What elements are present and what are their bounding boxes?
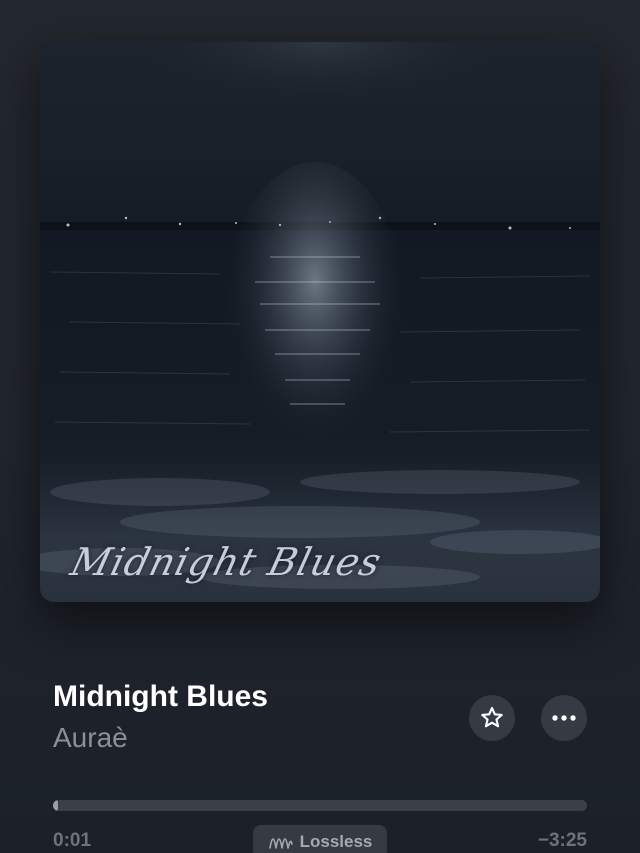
favorite-button[interactable]	[469, 695, 515, 741]
artwork-image	[40, 42, 600, 602]
artwork-title-script: Midnight Blues	[66, 540, 387, 584]
track-artist[interactable]: Auraè	[53, 722, 128, 754]
progress-fill	[53, 800, 59, 811]
track-title[interactable]: Midnight Blues	[53, 680, 268, 714]
album-artwork[interactable]: Midnight Blues	[40, 42, 600, 602]
lossless-badge[interactable]: Lossless	[253, 825, 387, 853]
star-icon	[481, 706, 503, 728]
remaining-time: −3:25	[537, 830, 587, 851]
lossless-label: Lossless	[299, 832, 373, 851]
now-playing-screen: Midnight Blues Midnight Blues Auraè 0:01…	[0, 0, 640, 853]
playback-progress-bar[interactable]	[53, 800, 587, 811]
lossless-wave-icon	[268, 838, 293, 849]
elapsed-time: 0:01	[53, 830, 92, 851]
ellipsis-icon	[552, 715, 576, 721]
more-options-button[interactable]	[541, 695, 587, 741]
